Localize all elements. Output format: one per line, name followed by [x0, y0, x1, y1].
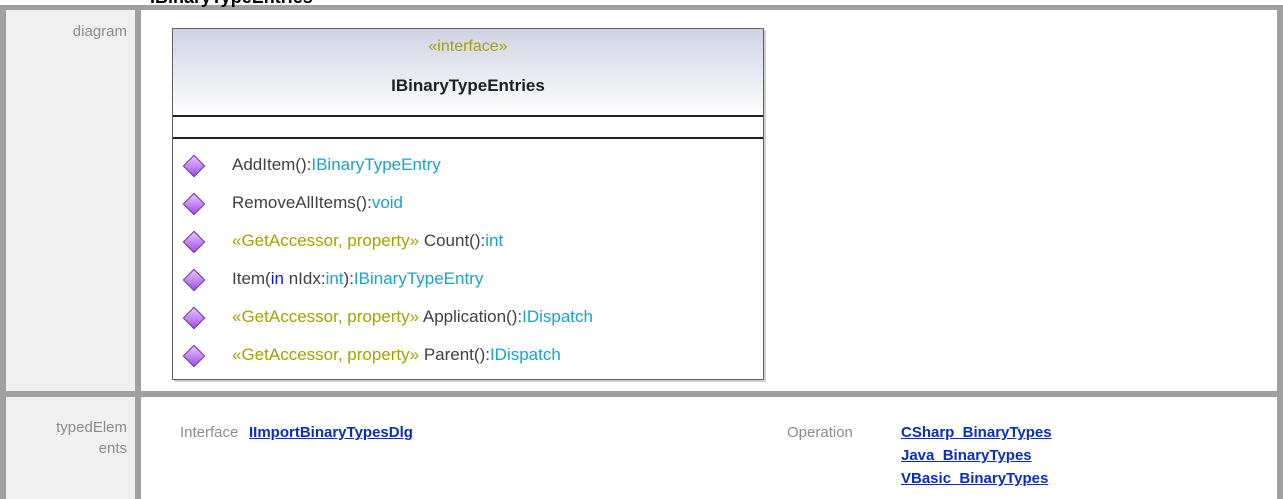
- operation-name: Count():: [419, 231, 486, 250]
- operation-link-java[interactable]: Java_BinaryTypes: [901, 447, 1032, 464]
- uml-stereotype: «interface»: [428, 38, 508, 55]
- interface-label: Interface: [180, 424, 239, 441]
- operation-name: Parent():: [419, 345, 490, 364]
- typed-elements-row-content: [141, 397, 1277, 499]
- operation-close: ):: [343, 269, 354, 288]
- heading-strip: IBinaryTypeEntries: [0, 0, 1283, 8]
- operation-type: IBinaryTypeEntry: [353, 269, 484, 288]
- page-heading: IBinaryTypeEntries: [150, 0, 313, 8]
- operation-name: RemoveAllItems():: [232, 193, 372, 212]
- operation-link-csharp[interactable]: CSharp_BinaryTypes: [901, 424, 1052, 441]
- operation-link-vbasic[interactable]: VBasic_BinaryTypes: [901, 470, 1048, 487]
- operation-name: Item(: [232, 269, 271, 288]
- uml-operations-divider: [173, 137, 763, 139]
- operation-stereotype: «GetAccessor, property»: [232, 231, 420, 250]
- operation-label: Operation: [787, 424, 853, 441]
- operation-type: void: [371, 193, 403, 212]
- operation-diamond-icon: [182, 230, 206, 254]
- typed-elements-row-label: typedElem ents: [6, 397, 135, 499]
- typed-elements-label-line1: typedElem: [56, 419, 127, 436]
- operation-type: int: [485, 231, 504, 250]
- operation-stereotype: «GetAccessor, property»: [232, 345, 420, 364]
- parameter-type: int: [325, 269, 344, 288]
- operation-diamond-icon: [182, 344, 206, 368]
- operation-name: AddItem():: [232, 155, 312, 174]
- diagram-row-label: diagram: [6, 10, 135, 391]
- operation-name: Application():: [419, 307, 523, 326]
- uml-attributes-divider: [173, 115, 763, 117]
- operation-diamond-icon: [182, 268, 206, 292]
- uml-class-header: «interface» IBinaryTypeEntries: [173, 29, 763, 115]
- uml-class-name: IBinaryTypeEntries: [391, 76, 545, 95]
- operation-diamond-icon: [182, 192, 206, 216]
- operation-type: IBinaryTypeEntry: [311, 155, 441, 174]
- uml-class-box[interactable]: «interface» IBinaryTypeEntries AddItem()…: [172, 28, 764, 380]
- diagram-label: diagram: [72, 23, 127, 40]
- interface-link[interactable]: IImportBinaryTypesDlg: [249, 424, 413, 441]
- operation-type: IDispatch: [489, 345, 561, 364]
- operation-diamond-icon: [182, 154, 206, 178]
- operation-diamond-icon: [182, 306, 206, 330]
- parameter-name: nIdx:: [283, 269, 326, 288]
- parameter-direction-keyword: in: [270, 269, 284, 288]
- operation-stereotype: «GetAccessor, property»: [232, 307, 420, 326]
- typed-elements-label-line2: ents: [98, 440, 127, 457]
- operation-type: IDispatch: [522, 307, 593, 326]
